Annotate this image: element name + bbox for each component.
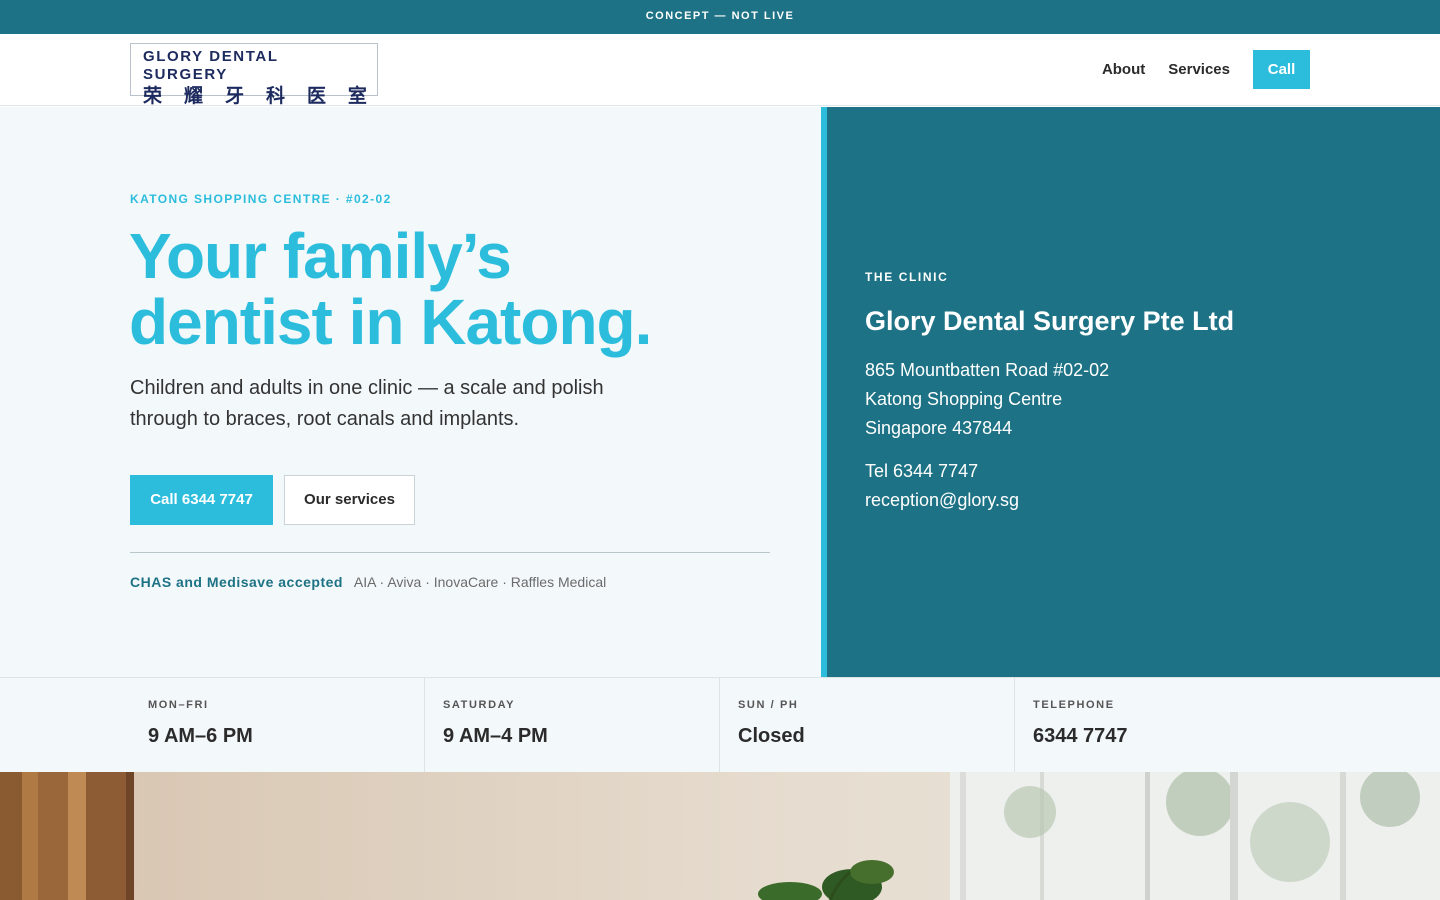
hours-label: SATURDAY [443, 699, 516, 711]
logo-char: 耀 [183, 86, 203, 107]
nav-link-services[interactable]: Services [1168, 61, 1230, 78]
insurance-highlight: CHAS and Medisave accepted [130, 574, 343, 590]
clinic-interior-photo [0, 772, 1440, 900]
logo-char: 医 [306, 86, 326, 107]
insurance-list: AIA · Aviva · InovaCare · Raffles Medica… [353, 574, 607, 590]
call-phone-button[interactable]: Call 6344 7747 [130, 475, 273, 525]
logo-name-chinese: 荣 耀 牙 科 医 室 [143, 85, 367, 109]
hero-eyebrow: KATONG SHOPPING CENTRE · #02-02 [130, 192, 392, 206]
hours-value: Closed [738, 725, 805, 747]
clinic-info-panel: THE CLINIC Glory Dental Surgery Pte Ltd … [821, 107, 1440, 677]
hero-title-line-1: Your family’s [129, 220, 512, 292]
logo-name-english: GLORY DENTAL SURGERY [143, 48, 279, 83]
hours-value: 9 AM–4 PM [443, 725, 548, 747]
logo[interactable]: GLORY DENTAL SURGERY 荣 耀 牙 科 医 室 [130, 43, 378, 107]
address-line: Singapore 437844 [865, 418, 1013, 438]
logo-char: 荣 [143, 86, 163, 107]
clinic-address: 865 Mountbatten Road #02-02 Katong Shopp… [865, 356, 1109, 443]
concept-banner: CONCEPT — NOT LIVE [0, 0, 1440, 34]
clinic-email[interactable]: reception@glory.sg [865, 486, 1019, 515]
hero-section: KATONG SHOPPING CENTRE · #02-02 Your fam… [0, 107, 821, 677]
site-header: GLORY DENTAL SURGERY 荣 耀 牙 科 医 室 About S… [0, 34, 1440, 107]
hero-subtitle: Children and adults in one clinic — a sc… [130, 377, 604, 430]
hours-label: MON–FRI [148, 699, 209, 711]
hours-value[interactable]: 6344 7747 [1033, 725, 1440, 748]
opening-hours-bar: MON–FRI 9 AM–6 PM SATURDAY 9 AM–4 PM SUN… [0, 677, 1440, 772]
concept-banner-text: CONCEPT — NOT LIVE [645, 10, 795, 22]
main-nav: About Services Call [1079, 50, 1310, 89]
clinic-interior-illustration [0, 772, 1440, 900]
hero-divider [130, 552, 770, 553]
clinic-contact: Tel 6344 7747 reception@glory.sg [865, 457, 1019, 515]
nav-call-button[interactable]: Call [1253, 50, 1310, 89]
hours-cell-sunday: SUN / PH Closed [720, 678, 1015, 772]
clinic-name: Glory Dental Surgery Pte Ltd [865, 306, 1235, 336]
hero-title: Your family’s dentist in Katong. [129, 223, 769, 355]
insurance-info: CHAS and Medisave accepted AIA · Aviva ·… [130, 574, 606, 590]
logo-char: 室 [347, 86, 367, 107]
clinic-telephone[interactable]: Tel 6344 7747 [865, 457, 1019, 486]
our-services-button[interactable]: Our services [284, 475, 415, 525]
hours-cell-saturday: SATURDAY 9 AM–4 PM [425, 678, 720, 772]
clinic-eyebrow: THE CLINIC [865, 270, 949, 284]
logo-char: 牙 [224, 86, 244, 107]
hours-cell-telephone: TELEPHONE 6344 7747 [1015, 678, 1440, 772]
address-line: Katong Shopping Centre [865, 389, 1063, 409]
address-line: 865 Mountbatten Road #02-02 [865, 360, 1110, 380]
hours-label: SUN / PH [738, 699, 799, 711]
hero-title-line-2: dentist in Katong. [129, 286, 652, 358]
nav-link-about[interactable]: About [1102, 61, 1145, 78]
hours-label: TELEPHONE [1033, 699, 1115, 711]
hours-value: 9 AM–6 PM [148, 725, 253, 747]
logo-char: 科 [265, 86, 285, 107]
hours-cell-weekdays: MON–FRI 9 AM–6 PM [0, 678, 425, 772]
